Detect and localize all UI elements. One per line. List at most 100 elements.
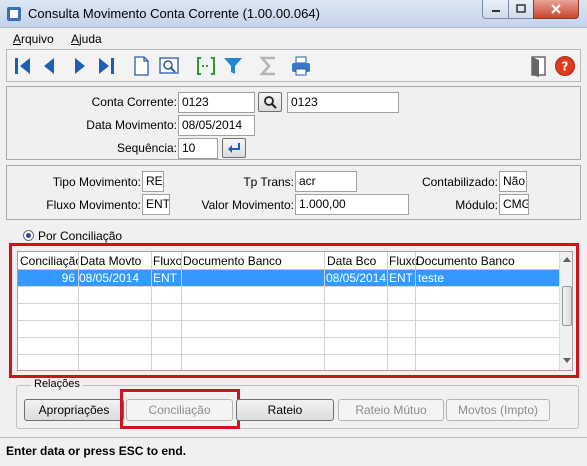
- col-fluxo[interactable]: Fluxo: [153, 254, 183, 268]
- movtos-impto-button[interactable]: Movtos (Impto): [446, 399, 550, 421]
- conta-corrente-input[interactable]: 0123: [178, 92, 255, 113]
- tipo-movimento-field: RE: [142, 171, 164, 192]
- conciliacao-grid: Conciliação Data Movto Fluxo Documento B…: [17, 251, 573, 371]
- new-document-icon: [134, 56, 149, 76]
- print-icon: [292, 56, 310, 76]
- header-panel: Conta Corrente: 0123 0123 Data Movimento…: [6, 86, 581, 160]
- table-row[interactable]: [18, 321, 559, 338]
- fluxo-movimento-label: Fluxo Movimento:: [46, 198, 141, 212]
- cell-data-bco: 08/05/2014: [326, 271, 387, 285]
- tp-trans-field: acr: [295, 171, 357, 192]
- grid-column-divider: [415, 252, 416, 370]
- first-record-button[interactable]: [10, 53, 36, 79]
- por-conciliacao-radio[interactable]: [23, 230, 34, 241]
- conta-corrente-label: Conta Corrente:: [91, 95, 177, 109]
- maximize-icon: [516, 4, 526, 13]
- sum-icon: [259, 56, 275, 76]
- col-data-bco[interactable]: Data Bco: [327, 254, 387, 268]
- col-data-movto[interactable]: Data Movto: [80, 254, 152, 268]
- tp-trans-label: Tp Trans:: [243, 175, 294, 189]
- status-text: Enter data or press ESC to end.: [6, 444, 187, 458]
- previous-record-button[interactable]: [36, 53, 62, 79]
- minimize-button[interactable]: [482, 0, 509, 19]
- help-button[interactable]: ?: [552, 53, 578, 79]
- search-icon: [264, 96, 277, 109]
- minimize-icon: [491, 10, 500, 12]
- app-icon: [7, 7, 21, 21]
- preview-button[interactable]: [156, 53, 182, 79]
- contabilizado-field: Não: [499, 171, 527, 192]
- enter-arrow-icon: [228, 143, 240, 153]
- cell-fluxo: ENT: [153, 271, 177, 285]
- col-conciliacao[interactable]: Conciliação: [20, 254, 78, 268]
- menu-arquivo[interactable]: Arquivo: [13, 32, 54, 46]
- rateio-button[interactable]: Rateio: [236, 399, 334, 421]
- next-record-icon: [75, 58, 85, 74]
- grid-column-divider: [387, 252, 388, 370]
- col-documento-banco-2[interactable]: Documento Banco: [416, 254, 556, 268]
- modulo-field: CMG: [499, 194, 529, 215]
- filter-button[interactable]: [220, 53, 246, 79]
- sequencia-input[interactable]: 10: [178, 138, 218, 159]
- grid-scrollbar[interactable]: [559, 252, 572, 370]
- grid-column-divider: [181, 252, 182, 370]
- sum-button[interactable]: [256, 53, 282, 79]
- conciliacao-highlight: [120, 389, 240, 429]
- select-range-icon: [197, 57, 215, 75]
- toolbar: ?: [6, 49, 581, 82]
- new-document-button[interactable]: [128, 53, 154, 79]
- filter-icon: [224, 58, 242, 74]
- maximize-button[interactable]: [508, 0, 534, 19]
- grid-header: Conciliação Data Movto Fluxo Documento B…: [18, 252, 559, 270]
- scroll-down-icon: [563, 358, 571, 363]
- sequencia-label: Sequência:: [116, 141, 177, 155]
- menu-ajuda[interactable]: Ajuda: [71, 32, 102, 46]
- rateio-mutuo-button[interactable]: Rateio Mútuo: [338, 399, 444, 421]
- tipo-movimento-label: Tipo Movimento:: [52, 175, 141, 189]
- enter-button[interactable]: [222, 138, 246, 158]
- cell-fluxo-bco: ENT: [389, 271, 413, 285]
- previous-record-icon: [44, 58, 54, 74]
- exit-button[interactable]: [525, 53, 551, 79]
- table-row[interactable]: 96 08/05/2014 ENT 08/05/2014 ENT teste: [18, 270, 559, 287]
- scroll-up-icon: [563, 257, 571, 262]
- menu-bar: Arquivo Ajuda: [0, 29, 587, 49]
- first-record-icon: [15, 58, 30, 74]
- last-record-button[interactable]: [93, 53, 119, 79]
- valor-movimento-label: Valor Movimento:: [201, 198, 294, 212]
- help-icon: ?: [555, 56, 575, 76]
- close-icon: [551, 4, 561, 14]
- status-bar: Enter data or press ESC to end.: [0, 437, 587, 466]
- grid-column-divider: [151, 252, 152, 370]
- title-bar: Consulta Movimento Conta Corrente (1.00.…: [0, 0, 587, 28]
- cell-data-movto: 08/05/2014: [79, 271, 140, 285]
- conta-search-button[interactable]: [258, 92, 282, 112]
- exit-door-icon: [531, 56, 546, 77]
- data-movimento-label: Data Movimento:: [86, 118, 177, 132]
- conta-corrente-description: 0123: [287, 92, 399, 113]
- relacoes-title: Relações: [31, 378, 83, 390]
- table-row[interactable]: [18, 355, 559, 370]
- apropriacoes-button[interactable]: Apropriações: [24, 399, 124, 421]
- col-documento-banco[interactable]: Documento Banco: [183, 254, 323, 268]
- details-panel: Tipo Movimento: RE Tp Trans: acr Contabi…: [6, 165, 581, 220]
- fluxo-movimento-field: ENT: [142, 194, 170, 215]
- cell-documento-banco-2: teste: [418, 271, 445, 285]
- table-row[interactable]: [18, 287, 559, 304]
- modulo-label: Módulo:: [455, 198, 498, 212]
- scroll-thumb[interactable]: [562, 286, 572, 326]
- select-range-button[interactable]: [193, 53, 219, 79]
- next-record-button[interactable]: [67, 53, 93, 79]
- grid-column-divider: [78, 252, 79, 370]
- table-row[interactable]: [18, 304, 559, 321]
- table-row[interactable]: [18, 338, 559, 355]
- svg-text:?: ?: [562, 60, 569, 74]
- close-button[interactable]: [533, 0, 579, 19]
- data-movimento-input[interactable]: 08/05/2014: [178, 115, 255, 136]
- last-record-icon: [99, 58, 114, 74]
- preview-icon: [159, 57, 179, 74]
- por-conciliacao-label: Por Conciliação: [38, 229, 123, 243]
- grid-column-divider: [324, 252, 325, 370]
- contabilizado-label: Contabilizado:: [421, 175, 498, 189]
- print-button[interactable]: [288, 53, 314, 79]
